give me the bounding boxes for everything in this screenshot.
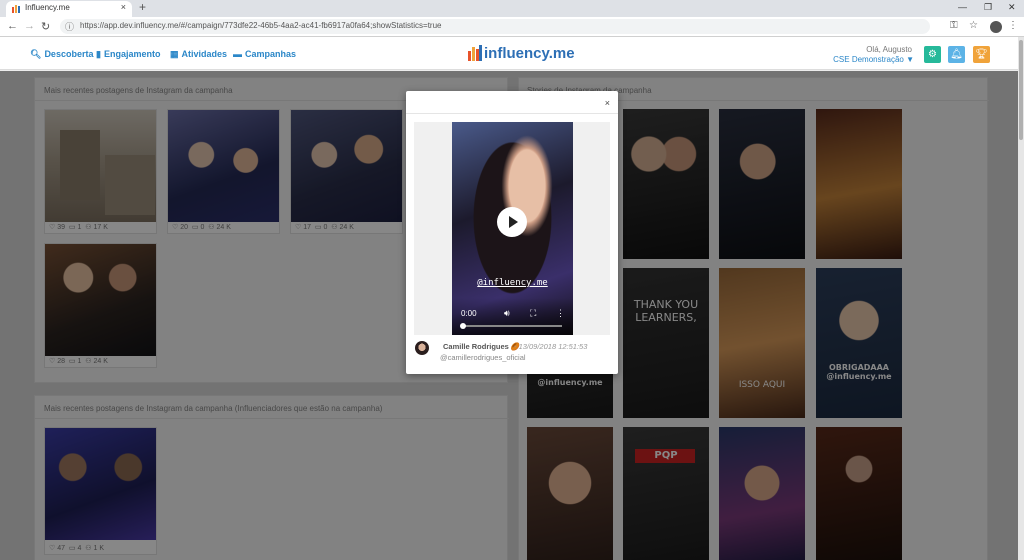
restore-icon[interactable]: ❐ [984, 2, 992, 13]
video-container: @influency.me 0:00 🔊︎ ⛶ ⋮ [414, 122, 610, 335]
volume-icon[interactable]: 🔊︎ [504, 308, 510, 319]
trophy-button[interactable]: 🏆︎ [973, 46, 990, 63]
address-bar-row: ← → ↻ ⓘ https://app.dev.influency.me/#/c… [0, 17, 1024, 37]
close-tab-icon[interactable]: × [121, 2, 126, 12]
video-progress-bar[interactable] [462, 325, 562, 327]
url-field[interactable]: ⓘ https://app.dev.influency.me/#/campaig… [60, 19, 930, 34]
nav-descoberta[interactable]: 🔍︎ Descoberta [30, 49, 93, 60]
story-video[interactable]: @influency.me 0:00 🔊︎ ⛶ ⋮ [452, 122, 573, 335]
video-overlay-handle: @influency.me [477, 278, 548, 288]
nav-campanhas[interactable]: ▬ Campanhas [233, 49, 296, 59]
author-name[interactable]: Camille Rodrigues 🏉 [443, 342, 520, 351]
settings-button[interactable]: ⚙ [924, 46, 941, 63]
video-controls: 0:00 🔊︎ ⛶ ⋮ [452, 298, 573, 335]
video-time: 0:00 [461, 309, 477, 318]
reload-icon[interactable]: ↻ [41, 20, 50, 33]
browser-tab-bar: Influency.me × + — ❐ ✕ [0, 0, 1024, 17]
nav-atividades[interactable]: ▦ Atividades [170, 49, 227, 60]
modal-divider [406, 113, 618, 114]
post-date: - 13/09/2018 12:51:53 [514, 342, 588, 351]
logo-text: influency.me [484, 45, 575, 62]
minimize-icon[interactable]: — [958, 2, 967, 12]
tab-title: Influency.me [25, 3, 70, 12]
scrollbar-thumb[interactable] [1019, 40, 1023, 140]
video-progress-handle[interactable] [460, 323, 466, 329]
org-selector[interactable]: CSE Demonstração ▼ [800, 55, 914, 64]
close-icon[interactable]: × [605, 98, 610, 108]
key-icon[interactable]: ⚿ [950, 20, 958, 31]
url-text: https://app.dev.influency.me/#/campaign/… [80, 21, 442, 30]
bar-chart-icon: ▮ [96, 49, 101, 59]
favicon-icon [12, 5, 20, 13]
calendar-icon: ▦ [170, 49, 179, 59]
forward-icon[interactable]: → [24, 20, 35, 32]
avatar [415, 341, 429, 355]
browser-tab[interactable]: Influency.me × [6, 1, 132, 17]
gear-icon: ⚙ [928, 49, 937, 60]
play-button[interactable] [497, 207, 527, 237]
folder-icon: ▬ [233, 49, 242, 59]
author-handle[interactable]: @camillerodrigues_oficial [440, 353, 526, 362]
logo-mark-icon [468, 45, 482, 61]
search-icon: 🔍︎ [30, 49, 42, 59]
greeting: Olá, Augusto [866, 45, 912, 54]
bell-icon: 🔔︎ [950, 49, 963, 60]
new-tab-icon[interactable]: + [139, 0, 146, 14]
story-modal: × @influency.me 0:00 🔊︎ ⛶ ⋮ Camille Rodr… [406, 91, 618, 374]
fullscreen-icon[interactable]: ⛶ [530, 308, 536, 319]
info-icon[interactable]: ⓘ [65, 20, 74, 33]
profile-avatar-icon[interactable] [990, 21, 1002, 33]
trophy-icon: 🏆︎ [975, 49, 988, 60]
notifications-button[interactable]: 🔔︎ [948, 46, 965, 63]
back-icon[interactable]: ← [7, 20, 18, 32]
window-close-icon[interactable]: ✕ [1008, 2, 1016, 13]
menu-icon[interactable]: ⋮ [1008, 20, 1018, 31]
nav-engajamento[interactable]: ▮ Engajamento [96, 49, 160, 60]
star-icon[interactable]: ☆ [969, 20, 978, 31]
more-options-icon[interactable]: ⋮ [556, 308, 565, 319]
